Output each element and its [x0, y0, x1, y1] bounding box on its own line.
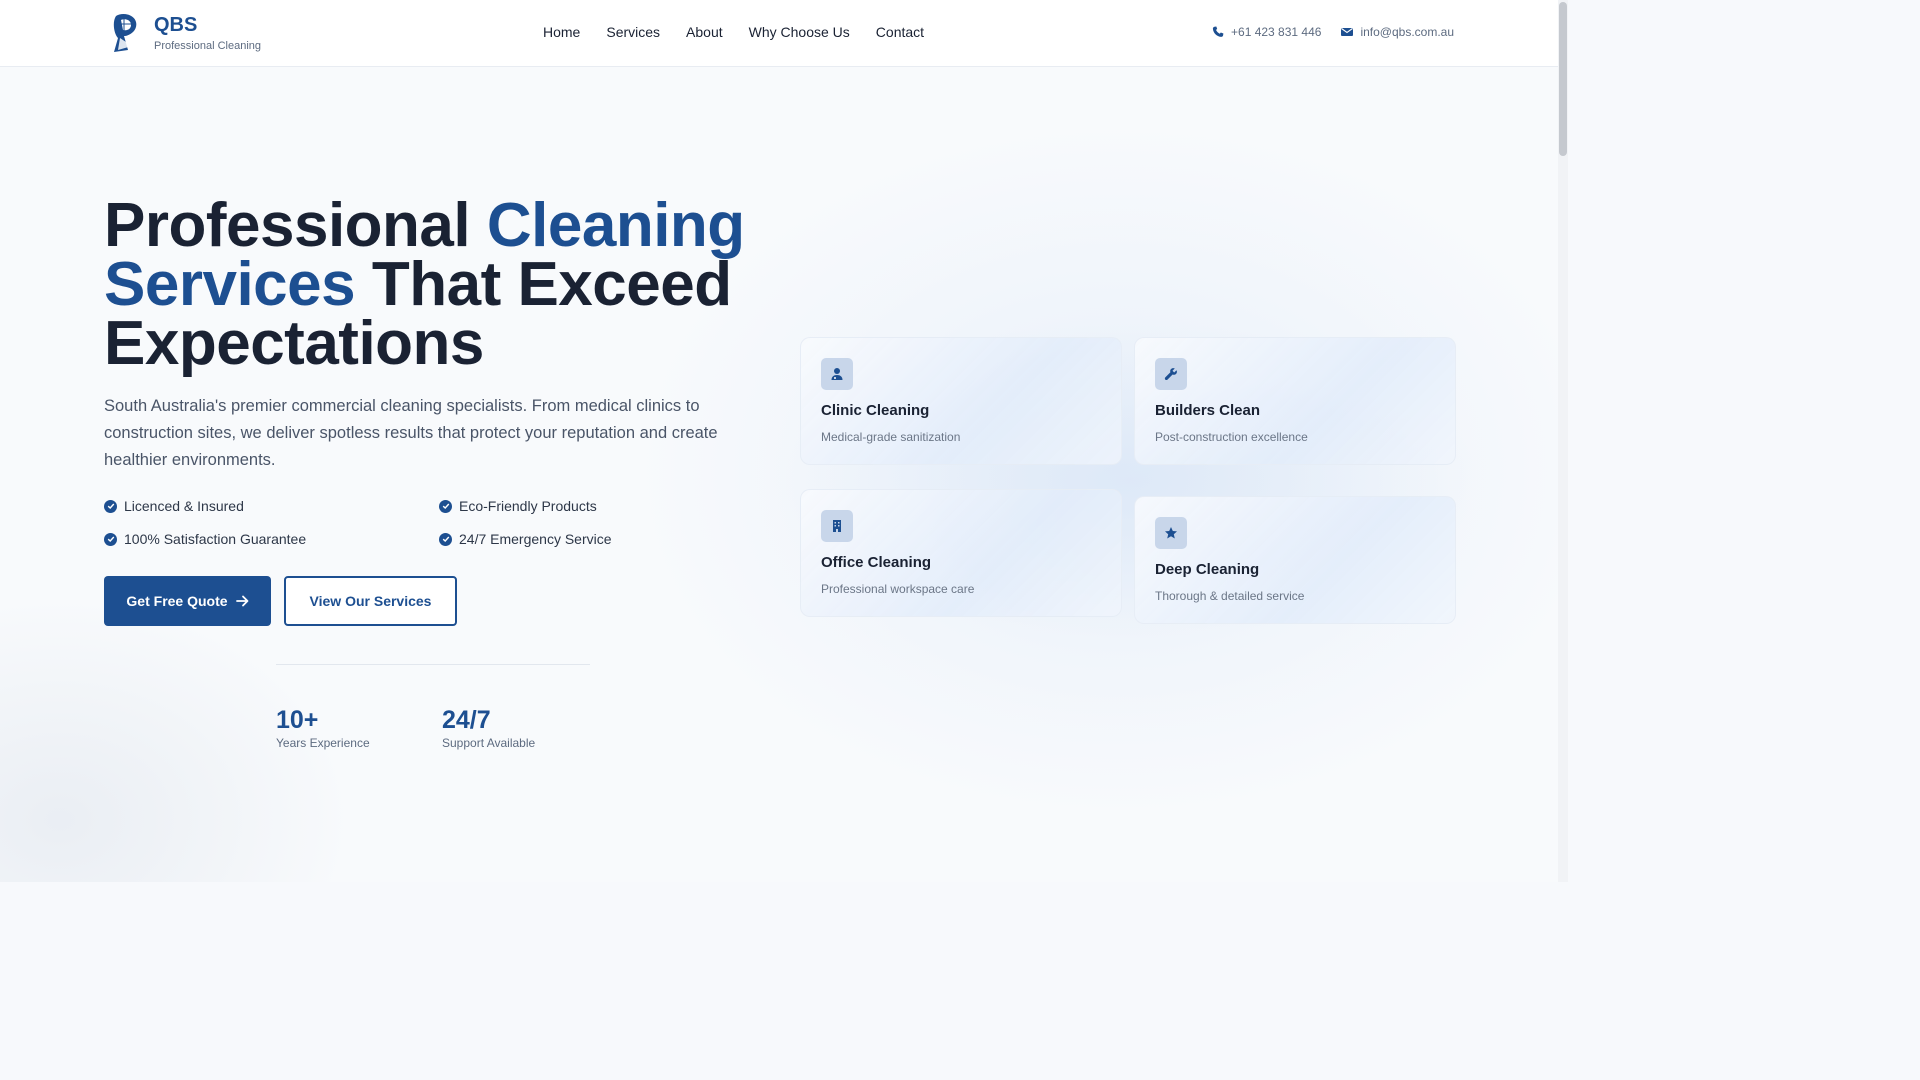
card-title: Builders Clean: [1155, 402, 1261, 419]
feature-item: Licenced & Insured: [104, 498, 244, 514]
email-link[interactable]: info@qbs.com.au: [1341, 25, 1454, 39]
nav-about[interactable]: About: [686, 24, 723, 40]
get-free-quote-button[interactable]: Get Free Quote: [104, 576, 271, 626]
nav-contact[interactable]: Contact: [876, 24, 924, 40]
check-circle-icon: [439, 532, 452, 546]
hero-title: Professional Cleaning Services That Exce…: [104, 195, 784, 375]
email-address: info@qbs.com.au: [1360, 25, 1454, 39]
star-icon: [1155, 517, 1187, 549]
service-card-clinic[interactable]: Clinic Cleaning Medical-grade sanitizati…: [800, 337, 1122, 465]
card-title: Office Cleaning: [821, 554, 932, 571]
check-circle-icon: [439, 499, 452, 513]
stat-value: 10+: [276, 706, 319, 734]
phone-link[interactable]: +61 423 831 446: [1212, 25, 1321, 39]
check-circle-icon: [104, 499, 117, 513]
scrollbar-thumb[interactable]: [1559, 2, 1567, 156]
nav-home[interactable]: Home: [543, 24, 580, 40]
feature-label: 24/7 Emergency Service: [459, 531, 612, 547]
check-circle-icon: [104, 532, 117, 546]
envelope-icon: [1341, 28, 1354, 36]
feature-label: Eco-Friendly Products: [459, 498, 597, 514]
phone-number: +61 423 831 446: [1231, 25, 1322, 39]
stat-support: 24/7 Support Available: [442, 706, 535, 750]
card-description: Professional workspace care: [821, 582, 975, 596]
stat-value: 24/7: [442, 706, 491, 734]
view-services-button[interactable]: View Our Services: [284, 576, 457, 626]
feature-item: Eco-Friendly Products: [439, 498, 597, 514]
nav-why-choose-us[interactable]: Why Choose Us: [749, 24, 850, 40]
stat-years: 10+ Years Experience: [276, 706, 370, 750]
page: QBS Professional Cleaning Home Services …: [0, 0, 1568, 882]
feature-item: 24/7 Emergency Service: [439, 531, 612, 547]
feature-label: Licenced & Insured: [124, 498, 244, 514]
stats-divider: [276, 664, 590, 665]
stat-label: Years Experience: [276, 736, 370, 750]
brand-name: QBS: [154, 14, 198, 36]
service-card-builders[interactable]: Builders Clean Post-construction excelle…: [1134, 337, 1456, 465]
header-contact: +61 423 831 446 info@qbs.com.au: [1192, 25, 1454, 39]
service-card-deep[interactable]: Deep Cleaning Thorough & detailed servic…: [1134, 496, 1456, 624]
stat-label: Support Available: [442, 736, 536, 750]
nav-services[interactable]: Services: [606, 24, 660, 40]
site-header: QBS Professional Cleaning Home Services …: [0, 0, 1558, 67]
hero-description: South Australia's premier commercial cle…: [104, 397, 718, 469]
card-description: Post-construction excellence: [1155, 430, 1308, 444]
feature-label: 100% Satisfaction Guarantee: [124, 531, 307, 547]
card-title: Deep Cleaning: [1155, 561, 1260, 578]
logo-icon: [113, 14, 137, 52]
scrollbar[interactable]: [1558, 0, 1568, 882]
main-nav: Home Services About Why Choose Us Contac…: [543, 24, 950, 40]
logo[interactable]: QBS Professional Cleaning: [110, 12, 261, 54]
phone-icon: [1212, 26, 1224, 37]
brand-tagline: Professional Cleaning: [154, 40, 262, 52]
user-md-icon: [821, 358, 853, 390]
card-title: Clinic Cleaning: [821, 402, 930, 419]
service-card-office[interactable]: Office Cleaning Professional workspace c…: [800, 489, 1122, 617]
card-description: Medical-grade sanitization: [821, 430, 961, 444]
wrench-icon: [1155, 358, 1187, 390]
card-description: Thorough & detailed service: [1155, 589, 1305, 603]
building-icon: [821, 510, 853, 542]
get-free-quote-label: Get Free Quote: [126, 593, 228, 609]
arrow-right-icon: [235, 595, 248, 607]
feature-item: 100% Satisfaction Guarantee: [104, 531, 306, 547]
